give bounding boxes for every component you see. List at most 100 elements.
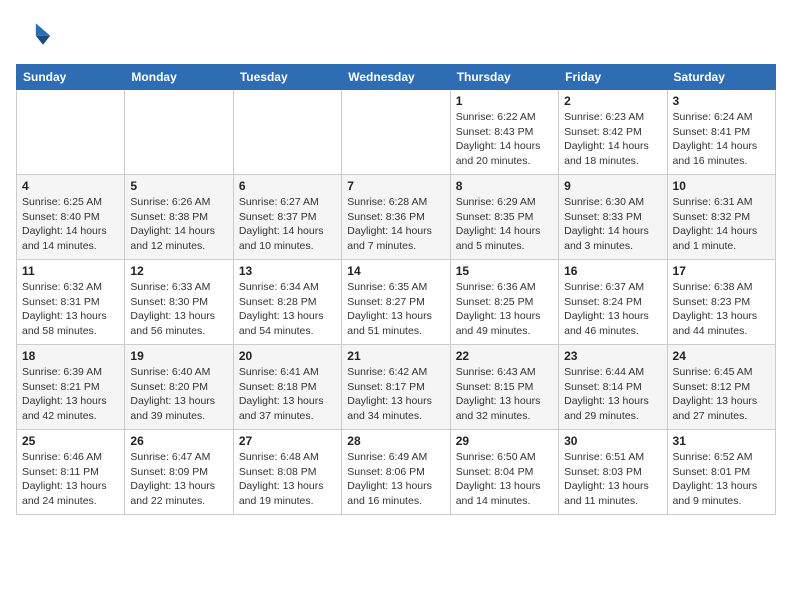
- column-header-sunday: Sunday: [17, 65, 125, 90]
- calendar-cell: 9 Sunrise: 6:30 AM Sunset: 8:33 PM Daylig…: [559, 175, 667, 260]
- week-row-4: 18 Sunrise: 6:39 AM Sunset: 8:21 PM Dayli…: [17, 345, 776, 430]
- day-detail: Sunrise: 6:25 AM Sunset: 8:40 PM Dayligh…: [22, 195, 119, 254]
- day-detail: Sunrise: 6:48 AM Sunset: 8:08 PM Dayligh…: [239, 450, 336, 509]
- calendar-cell: 26 Sunrise: 6:47 AM Sunset: 8:09 PM Dayli…: [125, 430, 233, 515]
- day-detail: Sunrise: 6:29 AM Sunset: 8:35 PM Dayligh…: [456, 195, 553, 254]
- column-header-monday: Monday: [125, 65, 233, 90]
- day-detail: Sunrise: 6:35 AM Sunset: 8:27 PM Dayligh…: [347, 280, 444, 339]
- day-detail: Sunrise: 6:40 AM Sunset: 8:20 PM Dayligh…: [130, 365, 227, 424]
- calendar-cell: [17, 90, 125, 175]
- calendar-cell: 11 Sunrise: 6:32 AM Sunset: 8:31 PM Dayli…: [17, 260, 125, 345]
- day-detail: Sunrise: 6:50 AM Sunset: 8:04 PM Dayligh…: [456, 450, 553, 509]
- calendar-cell: 19 Sunrise: 6:40 AM Sunset: 8:20 PM Dayli…: [125, 345, 233, 430]
- day-detail: Sunrise: 6:41 AM Sunset: 8:18 PM Dayligh…: [239, 365, 336, 424]
- day-detail: Sunrise: 6:49 AM Sunset: 8:06 PM Dayligh…: [347, 450, 444, 509]
- day-number: 25: [22, 434, 119, 448]
- day-number: 7: [347, 179, 444, 193]
- day-number: 18: [22, 349, 119, 363]
- day-number: 16: [564, 264, 661, 278]
- calendar-cell: 4 Sunrise: 6:25 AM Sunset: 8:40 PM Daylig…: [17, 175, 125, 260]
- calendar-cell: 1 Sunrise: 6:22 AM Sunset: 8:43 PM Daylig…: [450, 90, 558, 175]
- calendar-cell: 14Sunrise: 6:35 AM Sunset: 8:27 PM Dayli…: [342, 260, 450, 345]
- calendar-cell: 29Sunrise: 6:50 AM Sunset: 8:04 PM Dayli…: [450, 430, 558, 515]
- day-number: 10: [673, 179, 770, 193]
- day-detail: Sunrise: 6:51 AM Sunset: 8:03 PM Dayligh…: [564, 450, 661, 509]
- calendar-cell: 8 Sunrise: 6:29 AM Sunset: 8:35 PM Daylig…: [450, 175, 558, 260]
- day-number: 30: [564, 434, 661, 448]
- day-detail: Sunrise: 6:43 AM Sunset: 8:15 PM Dayligh…: [456, 365, 553, 424]
- calendar-cell: 23Sunrise: 6:44 AM Sunset: 8:14 PM Dayli…: [559, 345, 667, 430]
- day-detail: Sunrise: 6:47 AM Sunset: 8:09 PM Dayligh…: [130, 450, 227, 509]
- day-detail: Sunrise: 6:44 AM Sunset: 8:14 PM Dayligh…: [564, 365, 661, 424]
- day-number: 24: [673, 349, 770, 363]
- day-detail: Sunrise: 6:31 AM Sunset: 8:32 PM Dayligh…: [673, 195, 770, 254]
- calendar-cell: 30 Sunrise: 6:51 AM Sunset: 8:03 PM Dayli…: [559, 430, 667, 515]
- day-detail: Sunrise: 6:42 AM Sunset: 8:17 PM Dayligh…: [347, 365, 444, 424]
- day-detail: Sunrise: 6:38 AM Sunset: 8:23 PM Dayligh…: [673, 280, 770, 339]
- column-header-tuesday: Tuesday: [233, 65, 341, 90]
- day-detail: Sunrise: 6:36 AM Sunset: 8:25 PM Dayligh…: [456, 280, 553, 339]
- day-detail: Sunrise: 6:32 AM Sunset: 8:31 PM Dayligh…: [22, 280, 119, 339]
- calendar-cell: 17 Sunrise: 6:38 AM Sunset: 8:23 PM Dayli…: [667, 260, 775, 345]
- calendar-cell: 5 Sunrise: 6:26 AM Sunset: 8:38 PM Daylig…: [125, 175, 233, 260]
- day-number: 2: [564, 94, 661, 108]
- day-detail: Sunrise: 6:45 AM Sunset: 8:12 PM Dayligh…: [673, 365, 770, 424]
- logo: [16, 16, 56, 52]
- day-detail: Sunrise: 6:52 AM Sunset: 8:01 PM Dayligh…: [673, 450, 770, 509]
- calendar-cell: 25 Sunrise: 6:46 AM Sunset: 8:11 PM Dayli…: [17, 430, 125, 515]
- day-detail: Sunrise: 6:39 AM Sunset: 8:21 PM Dayligh…: [22, 365, 119, 424]
- day-detail: Sunrise: 6:22 AM Sunset: 8:43 PM Dayligh…: [456, 110, 553, 169]
- calendar-cell: 10 Sunrise: 6:31 AM Sunset: 8:32 PM Dayli…: [667, 175, 775, 260]
- calendar-header-row: SundayMondayTuesdayWednesdayThursdayFrid…: [17, 65, 776, 90]
- calendar-cell: 21Sunrise: 6:42 AM Sunset: 8:17 PM Dayli…: [342, 345, 450, 430]
- logo-icon: [16, 16, 52, 52]
- calendar-cell: 13Sunrise: 6:34 AM Sunset: 8:28 PM Dayli…: [233, 260, 341, 345]
- calendar-cell: 15 Sunrise: 6:36 AM Sunset: 8:25 PM Dayli…: [450, 260, 558, 345]
- calendar-cell: 22 Sunrise: 6:43 AM Sunset: 8:15 PM Dayli…: [450, 345, 558, 430]
- calendar-cell: 16 Sunrise: 6:37 AM Sunset: 8:24 PM Dayli…: [559, 260, 667, 345]
- calendar-cell: [233, 90, 341, 175]
- column-header-thursday: Thursday: [450, 65, 558, 90]
- day-number: 4: [22, 179, 119, 193]
- day-number: 22: [456, 349, 553, 363]
- day-detail: Sunrise: 6:26 AM Sunset: 8:38 PM Dayligh…: [130, 195, 227, 254]
- day-number: 6: [239, 179, 336, 193]
- page-header: [16, 16, 776, 52]
- day-detail: Sunrise: 6:33 AM Sunset: 8:30 PM Dayligh…: [130, 280, 227, 339]
- week-row-3: 11 Sunrise: 6:32 AM Sunset: 8:31 PM Dayli…: [17, 260, 776, 345]
- calendar-cell: 7 Sunrise: 6:28 AM Sunset: 8:36 PM Daylig…: [342, 175, 450, 260]
- calendar-cell: 28 Sunrise: 6:49 AM Sunset: 8:06 PM Dayli…: [342, 430, 450, 515]
- column-header-friday: Friday: [559, 65, 667, 90]
- calendar-cell: 31Sunrise: 6:52 AM Sunset: 8:01 PM Dayli…: [667, 430, 775, 515]
- calendar-table: SundayMondayTuesdayWednesdayThursdayFrid…: [16, 64, 776, 515]
- calendar-cell: 27 Sunrise: 6:48 AM Sunset: 8:08 PM Dayli…: [233, 430, 341, 515]
- day-detail: Sunrise: 6:30 AM Sunset: 8:33 PM Dayligh…: [564, 195, 661, 254]
- day-number: 3: [673, 94, 770, 108]
- day-number: 1: [456, 94, 553, 108]
- column-header-wednesday: Wednesday: [342, 65, 450, 90]
- day-number: 8: [456, 179, 553, 193]
- day-number: 5: [130, 179, 227, 193]
- calendar-cell: 20 Sunrise: 6:41 AM Sunset: 8:18 PM Dayli…: [233, 345, 341, 430]
- day-number: 20: [239, 349, 336, 363]
- day-number: 17: [673, 264, 770, 278]
- day-number: 26: [130, 434, 227, 448]
- day-detail: Sunrise: 6:28 AM Sunset: 8:36 PM Dayligh…: [347, 195, 444, 254]
- day-number: 9: [564, 179, 661, 193]
- day-detail: Sunrise: 6:37 AM Sunset: 8:24 PM Dayligh…: [564, 280, 661, 339]
- column-header-saturday: Saturday: [667, 65, 775, 90]
- day-number: 19: [130, 349, 227, 363]
- day-detail: Sunrise: 6:24 AM Sunset: 8:41 PM Dayligh…: [673, 110, 770, 169]
- calendar-cell: 12 Sunrise: 6:33 AM Sunset: 8:30 PM Dayli…: [125, 260, 233, 345]
- calendar-cell: 6 Sunrise: 6:27 AM Sunset: 8:37 PM Daylig…: [233, 175, 341, 260]
- day-number: 12: [130, 264, 227, 278]
- week-row-1: 1 Sunrise: 6:22 AM Sunset: 8:43 PM Daylig…: [17, 90, 776, 175]
- calendar-cell: 24 Sunrise: 6:45 AM Sunset: 8:12 PM Dayli…: [667, 345, 775, 430]
- day-number: 11: [22, 264, 119, 278]
- day-detail: Sunrise: 6:27 AM Sunset: 8:37 PM Dayligh…: [239, 195, 336, 254]
- day-number: 27: [239, 434, 336, 448]
- calendar-cell: 2Sunrise: 6:23 AM Sunset: 8:42 PM Daylig…: [559, 90, 667, 175]
- day-detail: Sunrise: 6:46 AM Sunset: 8:11 PM Dayligh…: [22, 450, 119, 509]
- day-number: 28: [347, 434, 444, 448]
- day-number: 15: [456, 264, 553, 278]
